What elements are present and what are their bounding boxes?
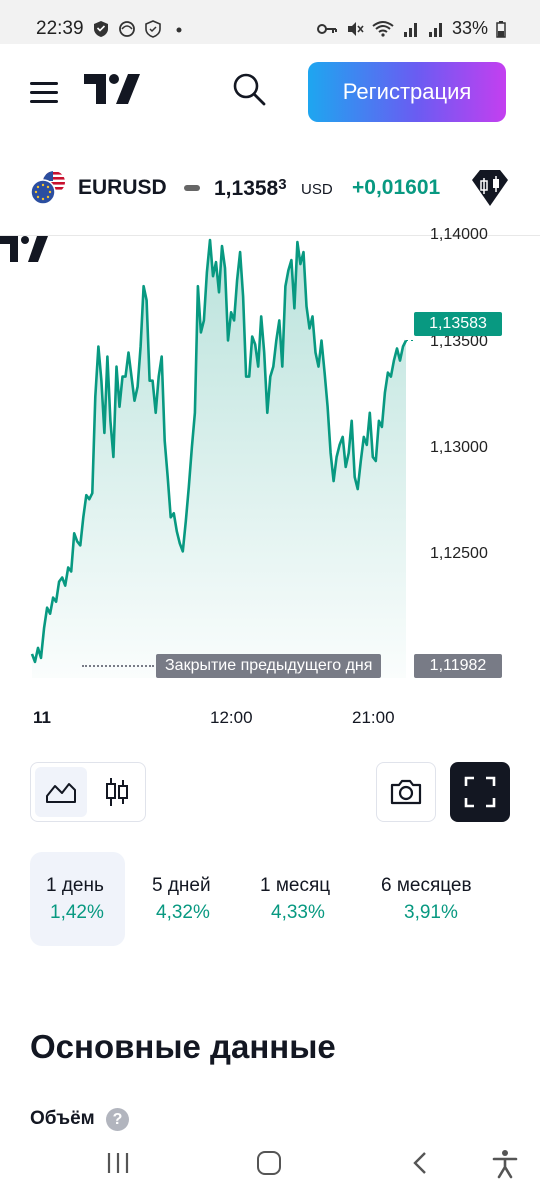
mute-icon <box>347 21 364 36</box>
period-name: 6 месяцев <box>381 875 472 896</box>
last-price-label: 1,13583 <box>414 312 502 336</box>
camera-icon <box>390 779 422 805</box>
shield-outline-icon <box>145 20 161 38</box>
area-chart-icon <box>46 783 76 803</box>
period-5d[interactable]: 5 дней 4,32% <box>138 852 234 946</box>
symbol-price: 1,13583 <box>214 176 287 200</box>
period-name: 5 дней <box>152 875 211 896</box>
flag-icon <box>30 171 65 205</box>
search-icon[interactable] <box>232 72 266 106</box>
market-status-indicator <box>184 185 200 191</box>
symbol-change: +0,01601 <box>352 176 441 199</box>
candles-button[interactable] <box>91 767 143 817</box>
period-name: 1 день <box>46 875 104 896</box>
period-1d[interactable]: 1 день 1,42% <box>30 852 125 946</box>
period-1m[interactable]: 1 месяц 4,33% <box>246 852 352 946</box>
wifi-icon <box>372 20 394 37</box>
tradingview-watermark <box>0 236 48 262</box>
tradingview-logo[interactable] <box>84 74 140 106</box>
y-tick-label: 1,13000 <box>430 439 488 456</box>
key-icon <box>316 23 337 34</box>
period-value: 3,91% <box>404 902 458 923</box>
hamburger-icon[interactable] <box>30 82 58 104</box>
app-header: Регистрация <box>0 44 540 144</box>
accessibility-icon[interactable] <box>492 1149 518 1179</box>
x-tick-label: 12:00 <box>210 708 253 727</box>
signal-2-icon <box>428 22 442 37</box>
y-tick-label: 1,14000 <box>430 226 488 243</box>
period-value: 4,33% <box>271 902 325 923</box>
period-value: 1,42% <box>50 902 104 923</box>
price-area-fill <box>32 240 406 678</box>
candles-icon <box>106 778 128 806</box>
symbol-currency: USD <box>301 181 333 198</box>
register-button[interactable]: Регистрация <box>308 62 506 122</box>
snapshot-button[interactable] <box>376 762 436 822</box>
recent-apps-icon[interactable] <box>106 1152 130 1174</box>
x-tick-label: 11 <box>33 708 51 727</box>
notification-icons <box>92 20 188 38</box>
system-nav-bar <box>0 1140 540 1200</box>
period-name: 1 месяц <box>260 875 331 896</box>
home-icon[interactable] <box>257 1151 281 1175</box>
status-time: 22:39 <box>36 18 84 39</box>
prev-close-line <box>82 665 154 667</box>
prev-close-label: Закрытие предыдущего дня <box>156 654 382 678</box>
period-selector: 1 день 1,42% 5 дней 4,32% 1 месяц 4,33% … <box>30 852 510 946</box>
y-tick-label: 1,12500 <box>430 545 488 562</box>
battery-percent: 33% <box>451 18 488 38</box>
fullscreen-icon <box>464 776 496 808</box>
back-icon[interactable] <box>410 1151 430 1175</box>
help-icon[interactable]: ? <box>106 1108 129 1131</box>
status-bar: 22:39 33% <box>0 0 540 44</box>
x-tick-label: 21:00 <box>352 708 395 727</box>
volume-label: Объём <box>30 1108 95 1129</box>
price-chart[interactable]: 1,14000 1,13500 1,13000 1,12500 1,13583 … <box>0 226 540 736</box>
shield-icon <box>94 21 108 37</box>
area-chart-button[interactable] <box>35 767 87 817</box>
fullscreen-button[interactable] <box>450 762 510 822</box>
chart-type-switch <box>30 762 146 822</box>
period-6m[interactable]: 6 месяцев 3,91% <box>366 852 506 946</box>
battery-icon <box>496 20 506 38</box>
symbol-name: EURUSD <box>78 176 167 199</box>
signal-icon <box>403 22 417 37</box>
dot-icon <box>176 27 182 33</box>
prev-close-value: 1,11982 <box>414 654 502 678</box>
system-icons: 33% <box>316 18 506 39</box>
diamond-icon[interactable] <box>470 168 510 208</box>
section-title: Основные данные <box>30 1028 336 1065</box>
app-icon <box>119 21 135 37</box>
period-value: 4,32% <box>156 902 210 923</box>
